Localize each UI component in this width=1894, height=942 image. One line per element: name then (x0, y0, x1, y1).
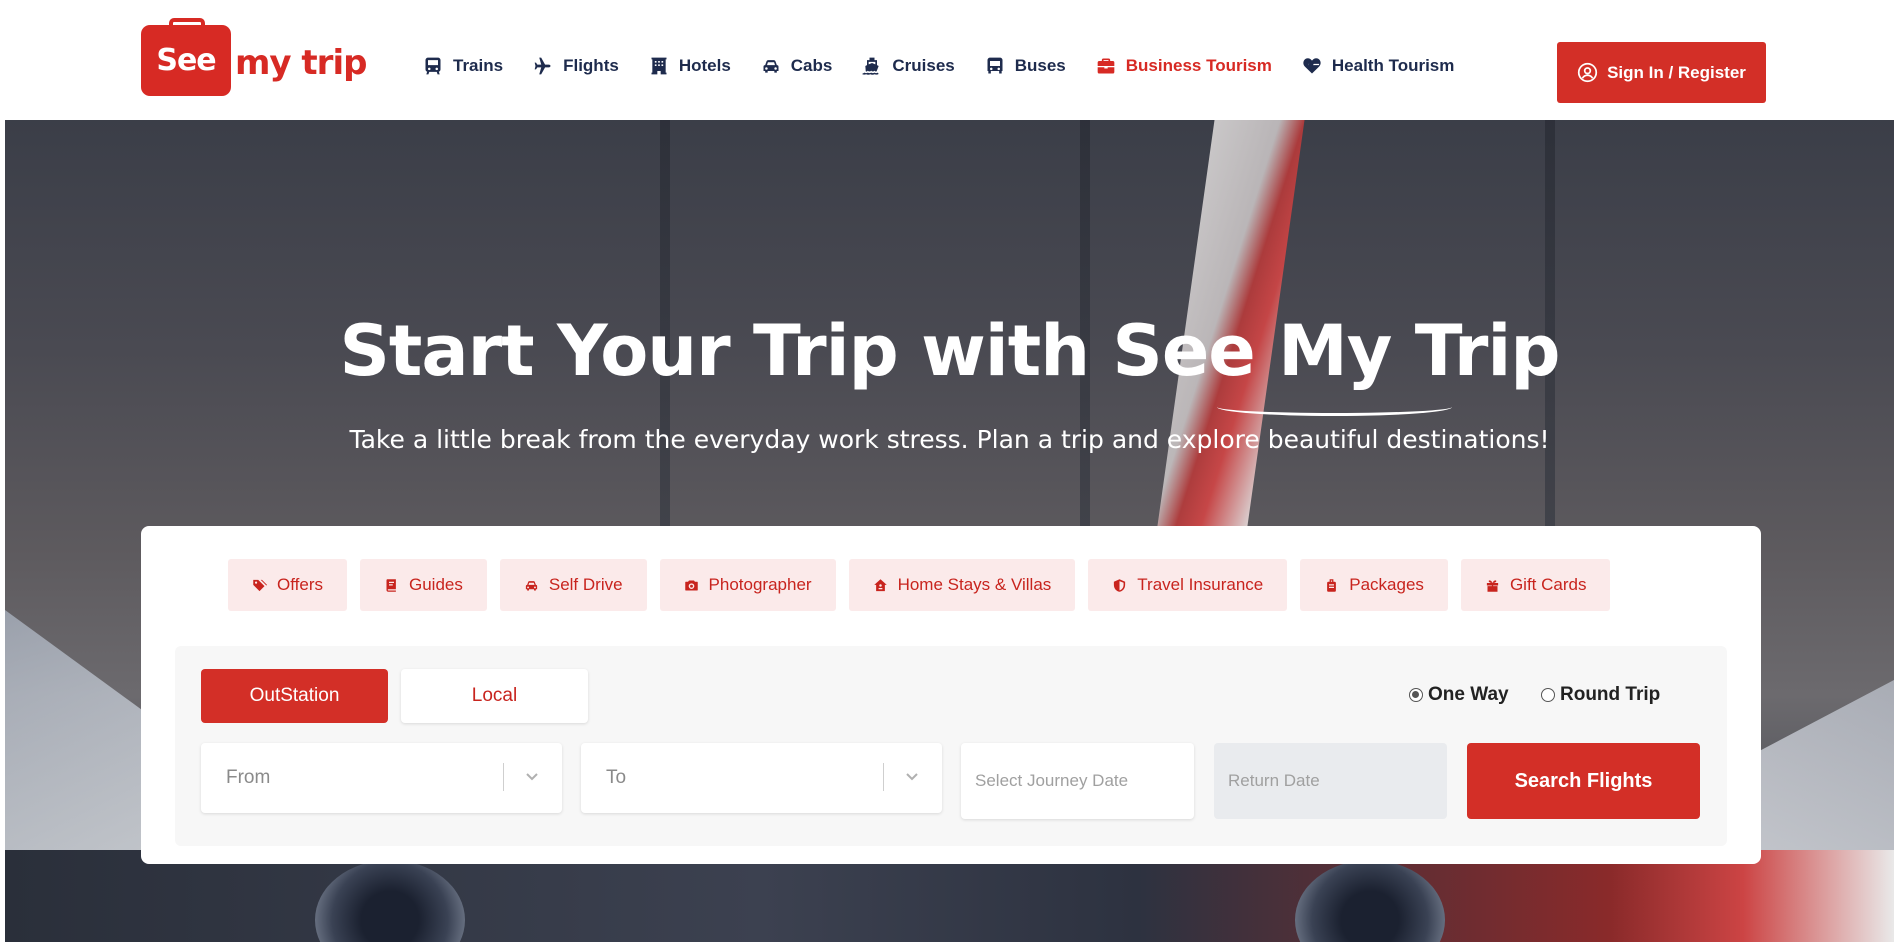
ship-icon (862, 56, 882, 76)
gift-icon (1486, 579, 1499, 592)
car-icon (761, 56, 781, 76)
select-separator (503, 763, 504, 791)
luggage-icon (1327, 578, 1337, 592)
chip-label: Travel Insurance (1137, 575, 1264, 594)
nav-label: Cabs (790, 56, 833, 75)
nav-item-hotels[interactable]: Hotels (649, 56, 731, 76)
nav-item-health-tourism[interactable]: Health Tourism (1302, 56, 1454, 76)
search-card: Offers Guides Self Drive Photographer Ho… (141, 526, 1761, 864)
nav-item-flights[interactable]: Flights (533, 56, 619, 76)
nav-item-trains[interactable]: Trains (423, 56, 503, 76)
train-icon (423, 56, 443, 76)
chip-label: Self Drive (548, 575, 623, 594)
briefcase-icon (1096, 56, 1116, 76)
radio-one-way-label: One Way (1428, 684, 1509, 705)
chip-self-drive[interactable]: Self Drive (499, 559, 647, 611)
chip-guides[interactable]: Guides (359, 559, 487, 611)
plane-icon (533, 56, 553, 76)
tags-icon (253, 579, 267, 591)
home-icon (873, 578, 887, 591)
nav-item-buses[interactable]: Buses (985, 56, 1066, 76)
chip-label: Offers (277, 575, 323, 594)
nav-label: Trains (453, 56, 504, 75)
logo-box: See (141, 18, 231, 96)
nav-label: Health Tourism (1331, 56, 1455, 75)
hero-title: Start Your Trip with See My Trip (5, 310, 1894, 416)
tab-local[interactable]: Local (401, 669, 588, 723)
radio-round-trip[interactable]: Round Trip (1541, 684, 1660, 706)
main-nav: Trains Flights Hotels Cabs Cruises Buses… (423, 56, 1484, 76)
chip-photographer[interactable]: Photographer (659, 559, 836, 611)
logo-text: my trip (235, 42, 367, 83)
chip-label: Photographer (708, 575, 812, 594)
tab-outstation[interactable]: OutStation (201, 669, 388, 723)
journey-date-placeholder: Select Journey Date (975, 771, 1129, 790)
nav-item-business-tourism[interactable]: Business Tourism (1096, 56, 1272, 76)
to-placeholder: To (606, 767, 627, 788)
brand-logo[interactable]: See my trip (141, 18, 367, 96)
return-date-input[interactable]: Return Date (1214, 743, 1447, 819)
car-icon (525, 580, 537, 590)
radio-round-trip-control[interactable] (1541, 688, 1555, 702)
site-header: See my trip Trains Flights Hotels Cabs C… (5, 0, 1894, 120)
book-icon (386, 578, 396, 592)
user-circle-icon (1577, 62, 1598, 83)
chip-label: Gift Cards (1509, 575, 1587, 594)
search-flights-button[interactable]: Search Flights (1467, 743, 1700, 819)
from-select[interactable]: From (201, 743, 562, 813)
bus-icon (985, 56, 1005, 76)
chevron-down-icon (526, 773, 538, 781)
chip-offers[interactable]: Offers (228, 559, 347, 611)
left-edge (0, 0, 5, 942)
radio-one-way[interactable]: One Way (1409, 684, 1509, 706)
radio-round-trip-label: Round Trip (1560, 684, 1661, 705)
from-placeholder: From (226, 767, 271, 788)
shield-icon (1114, 578, 1126, 592)
return-date-placeholder: Return Date (1228, 771, 1320, 790)
hero-title-underline (1217, 398, 1452, 416)
sign-in-register-button[interactable]: Sign In / Register (1557, 42, 1766, 103)
select-separator (883, 763, 884, 791)
chip-home-stays-villas[interactable]: Home Stays & Villas (848, 559, 1076, 611)
service-chips: Offers Guides Self Drive Photographer Ho… (228, 559, 1611, 611)
chevron-down-icon (906, 773, 918, 781)
chip-label: Home Stays & Villas (897, 575, 1052, 594)
search-panel: OutStation Local One Way Round Trip From… (175, 646, 1727, 846)
chip-travel-insurance[interactable]: Travel Insurance (1088, 559, 1288, 611)
nav-label: Hotels (678, 56, 731, 75)
journey-date-input[interactable]: Select Journey Date (961, 743, 1194, 819)
heart-pulse-icon (1302, 56, 1322, 76)
hero-title-text: Start Your Trip with See My Trip (339, 310, 1560, 392)
nav-label: Cruises (892, 56, 955, 75)
nav-label: Flights (563, 56, 619, 75)
nav-label: Buses (1014, 56, 1066, 75)
hotel-icon (649, 56, 669, 76)
nav-item-cruises[interactable]: Cruises (862, 56, 955, 76)
chip-gift-cards[interactable]: Gift Cards (1460, 559, 1611, 611)
chip-label: Packages (1349, 575, 1424, 594)
hero-subtitle: Take a little break from the everyday wo… (349, 425, 1550, 454)
nav-item-cabs[interactable]: Cabs (761, 56, 833, 76)
chip-packages[interactable]: Packages (1300, 559, 1448, 611)
sign-in-label: Sign In / Register (1607, 62, 1746, 82)
to-select[interactable]: To (581, 743, 942, 813)
radio-one-way-control[interactable] (1409, 688, 1423, 702)
chip-label: Guides (408, 575, 463, 594)
camera-icon (684, 580, 698, 590)
nav-label: Business Tourism (1125, 56, 1272, 75)
